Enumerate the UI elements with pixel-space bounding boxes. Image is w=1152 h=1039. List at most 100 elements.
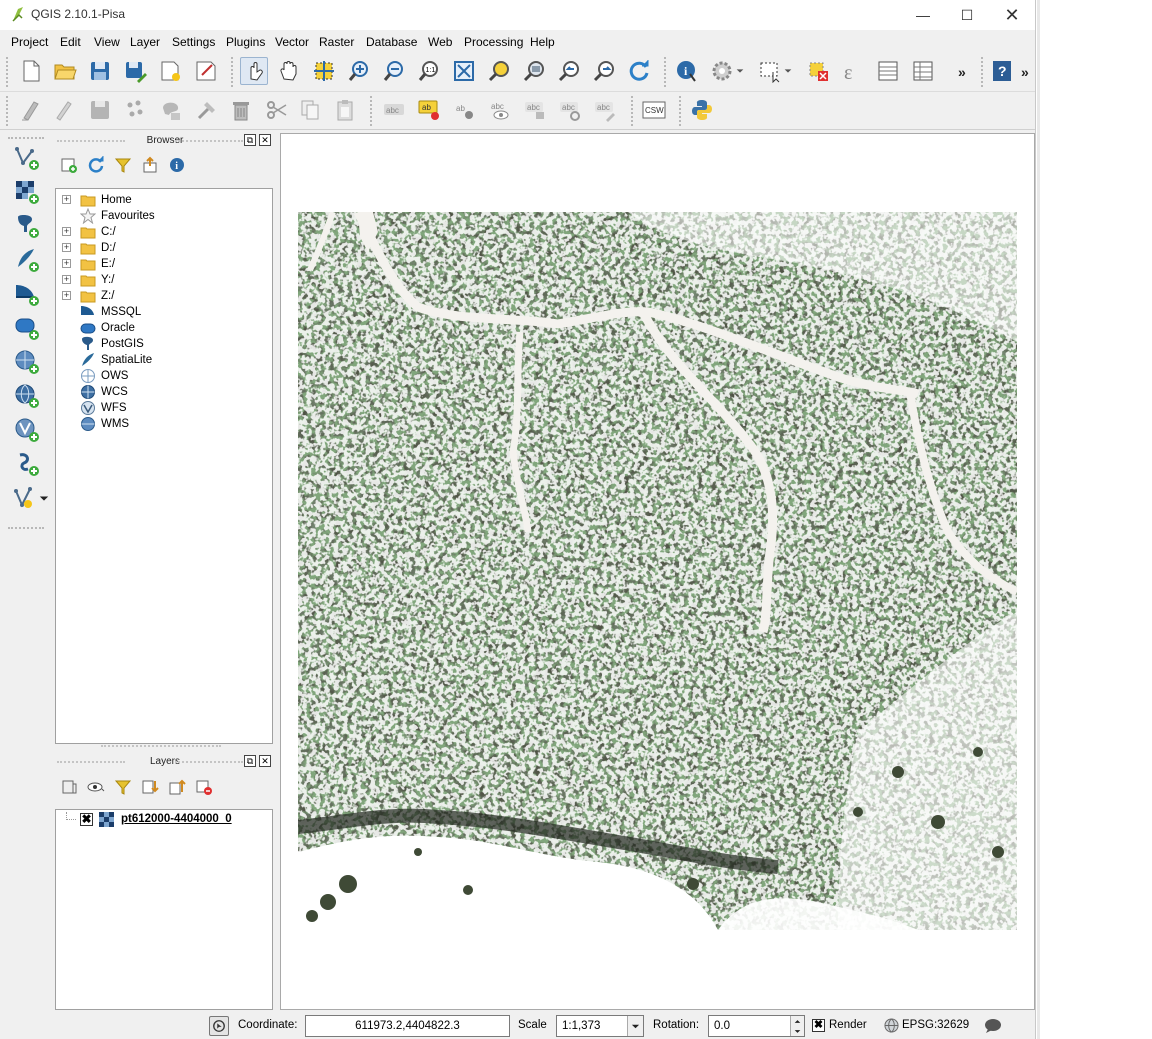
expand-icon[interactable]: + (62, 227, 71, 236)
close-button[interactable]: ✕ (989, 0, 1035, 30)
coordinate-field[interactable]: 611973.2,4404822.3 (305, 1015, 510, 1037)
menu-raster[interactable]: Raster (319, 35, 354, 49)
composer-manager-icon[interactable] (192, 57, 220, 85)
filter-icon[interactable] (112, 154, 134, 176)
menu-plugins[interactable]: Plugins (226, 35, 265, 49)
add-feature-icon[interactable] (121, 96, 149, 124)
filter-legend-icon[interactable] (112, 776, 134, 798)
add-mssql-layer-icon[interactable] (12, 279, 42, 309)
menu-web[interactable]: Web (428, 35, 452, 49)
panel-splitter[interactable] (101, 745, 221, 749)
add-wms-layer-icon[interactable] (12, 347, 42, 377)
save-project-icon[interactable] (86, 57, 114, 85)
map-canvas[interactable] (280, 133, 1035, 1010)
expand-icon[interactable]: + (62, 259, 71, 268)
add-vector-layer-icon[interactable] (12, 143, 42, 173)
expand-icon[interactable]: + (62, 243, 71, 252)
select-features-icon[interactable] (756, 57, 784, 85)
browser-item-mssql[interactable]: MSSQL (80, 304, 141, 320)
menu-help[interactable]: Help (530, 35, 555, 49)
toolbar-grip[interactable] (6, 57, 10, 87)
identify-features-icon[interactable]: i (673, 57, 701, 85)
maximize-button[interactable]: ☐ (944, 0, 990, 30)
zoom-out-icon[interactable] (380, 57, 408, 85)
menu-settings[interactable]: Settings (172, 35, 215, 49)
float-panel-button[interactable]: ⧉ (244, 134, 256, 146)
new-print-composer-icon[interactable] (156, 57, 184, 85)
menu-vector[interactable]: Vector (275, 35, 309, 49)
expand-icon[interactable]: + (62, 275, 71, 284)
scale-combobox[interactable]: 1:1,373 (556, 1015, 644, 1037)
crs-status[interactable]: EPSG:32629 (902, 1019, 969, 1031)
rotation-spinbox[interactable]: 0.0 (708, 1015, 805, 1037)
zoom-next-icon[interactable] (590, 57, 618, 85)
zoom-last-icon[interactable] (555, 57, 583, 85)
toolbar-overflow-icon[interactable]: » (1021, 64, 1029, 80)
add-spatialite-layer-icon[interactable] (12, 245, 42, 275)
label-toolbar-icon[interactable]: abc (380, 96, 408, 124)
browser-item-postgis[interactable]: PostGIS (80, 336, 144, 352)
open-project-icon[interactable] (51, 57, 79, 85)
menu-database[interactable]: Database (366, 35, 417, 49)
move-label-icon[interactable]: abc (521, 96, 549, 124)
toggle-editing-icon[interactable] (50, 96, 78, 124)
add-wfs-layer-icon[interactable] (12, 415, 42, 445)
add-oracle-layer-icon[interactable] (12, 313, 42, 343)
browser-item-z-drive[interactable]: Z:/ (80, 288, 114, 304)
browser-item-wms[interactable]: WMS (80, 416, 129, 432)
field-calculator-icon[interactable]: ε (839, 57, 867, 85)
browser-item-favourites[interactable]: Favourites (80, 208, 155, 224)
add-selected-layer-icon[interactable] (58, 154, 80, 176)
menu-project[interactable]: Project (11, 35, 48, 49)
expand-all-icon[interactable] (139, 776, 161, 798)
toolbar-grip[interactable] (8, 527, 44, 531)
browser-item-home[interactable]: Home (80, 192, 132, 208)
collapse-all-icon[interactable] (139, 154, 161, 176)
toolbar-grip[interactable] (8, 137, 44, 141)
add-delimited-text-layer-icon[interactable] (12, 449, 42, 479)
toolbar-grip[interactable] (679, 96, 683, 126)
pan-to-selection-icon[interactable] (310, 57, 338, 85)
close-panel-button[interactable]: ✕ (259, 755, 271, 767)
new-project-icon[interactable] (17, 57, 45, 85)
browser-item-ows[interactable]: OWS (80, 368, 128, 384)
chevron-down-icon[interactable] (733, 57, 747, 85)
properties-info-icon[interactable]: i (166, 154, 188, 176)
attribute-table-icon[interactable] (874, 57, 902, 85)
browser-item-oracle[interactable]: Oracle (80, 320, 135, 336)
menu-layer[interactable]: Layer (130, 35, 160, 49)
expand-icon[interactable]: + (62, 291, 71, 300)
render-checkbox[interactable]: ✖ (812, 1019, 825, 1032)
menu-processing[interactable]: Processing (464, 35, 523, 49)
layer-order-icon[interactable] (58, 776, 80, 798)
refresh-icon[interactable] (625, 57, 653, 85)
toggle-extents-mouse-icon[interactable] (209, 1016, 229, 1036)
browser-item-e-drive[interactable]: E:/ (80, 256, 115, 272)
pan-map-icon[interactable] (275, 57, 303, 85)
chevron-down-icon[interactable] (627, 1016, 643, 1036)
add-raster-layer-icon[interactable] (12, 177, 42, 207)
browser-item-wcs[interactable]: WCS (80, 384, 128, 400)
paste-features-icon[interactable] (331, 96, 359, 124)
toolbar-overflow-icon[interactable]: » (958, 64, 966, 80)
deselect-features-icon[interactable] (804, 57, 832, 85)
delete-selected-icon[interactable] (227, 96, 255, 124)
manage-visibility-icon[interactable] (85, 776, 107, 798)
zoom-to-layer-icon[interactable] (520, 57, 548, 85)
layer-labeling-icon[interactable]: ab (415, 96, 443, 124)
python-console-icon[interactable] (688, 96, 716, 124)
add-wcs-layer-icon[interactable] (12, 381, 42, 411)
crs-globe-icon[interactable] (884, 1018, 899, 1033)
toolbar-grip[interactable] (631, 96, 635, 126)
close-panel-button[interactable]: ✕ (259, 134, 271, 146)
touch-zoom-pan-icon[interactable] (240, 57, 268, 85)
toolbar-grip[interactable] (981, 57, 985, 87)
zoom-full-icon[interactable] (450, 57, 478, 85)
browser-item-y-drive[interactable]: Y:/ (80, 272, 114, 288)
toolbar-grip[interactable] (6, 96, 10, 126)
copy-features-icon[interactable] (296, 96, 324, 124)
rotate-label-icon[interactable]: abc (556, 96, 584, 124)
whats-this-icon[interactable]: ? (988, 57, 1016, 85)
current-edits-icon[interactable] (17, 96, 45, 124)
chevron-up-icon[interactable] (790, 1016, 804, 1026)
